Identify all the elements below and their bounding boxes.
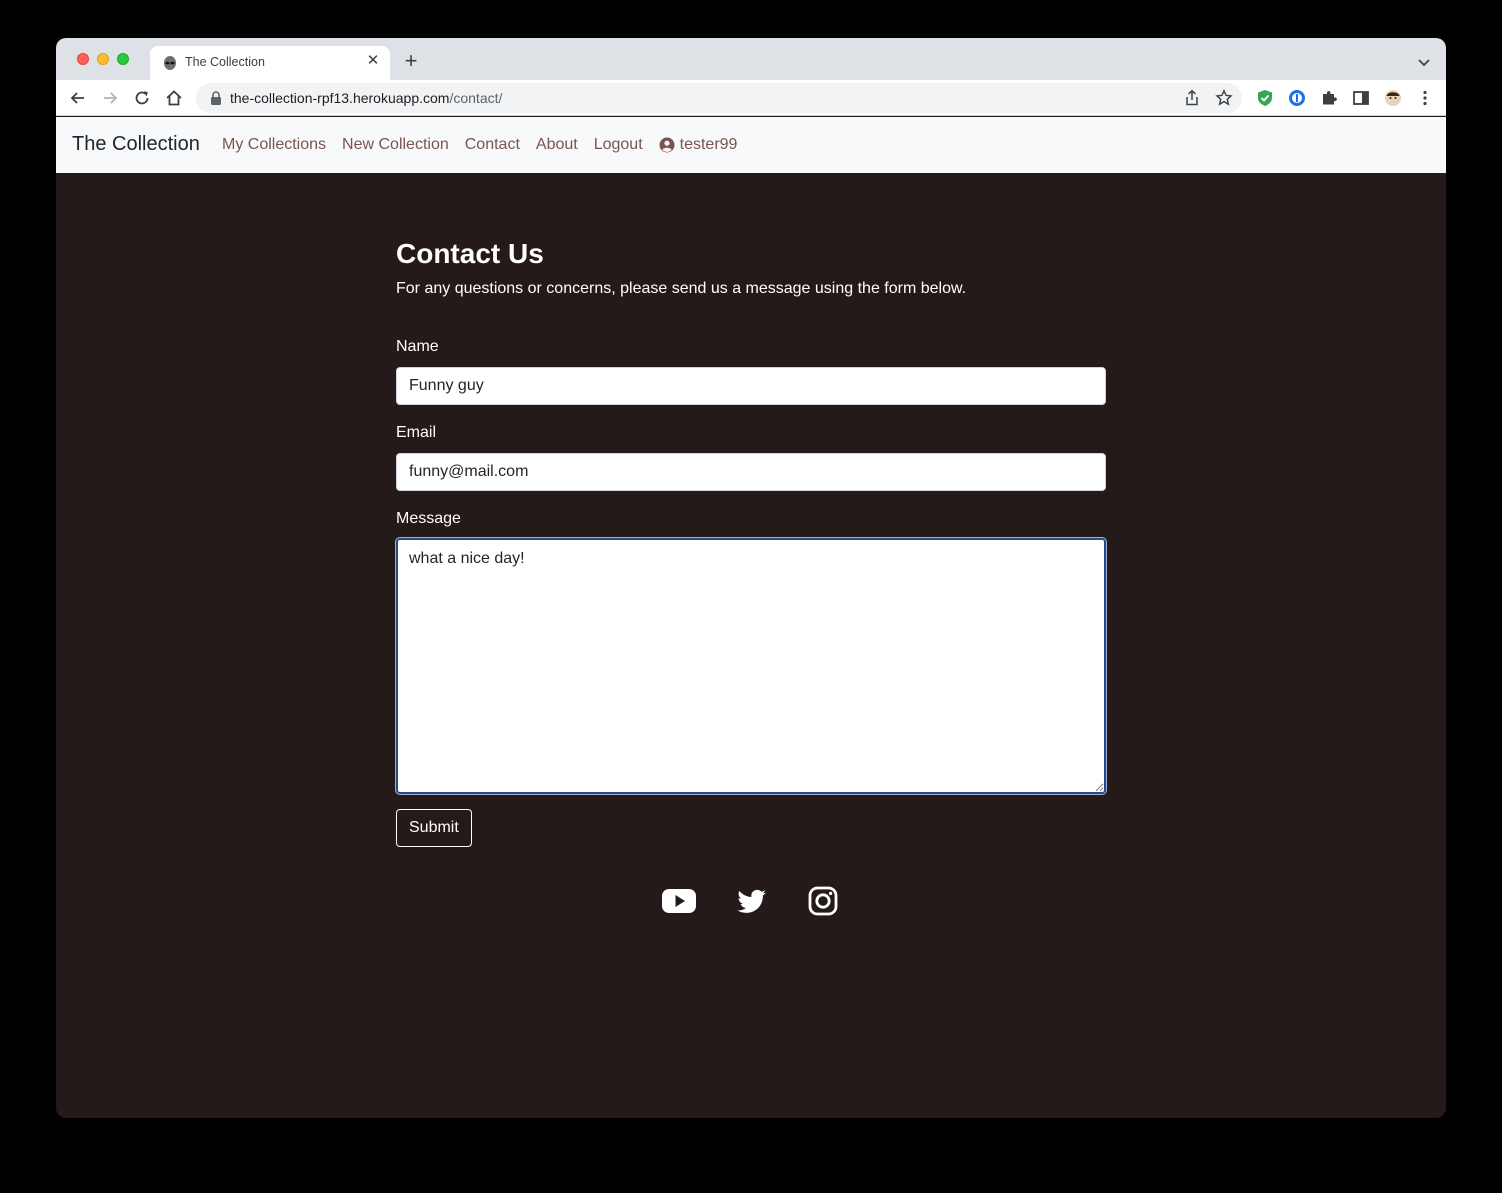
- minimize-window-button[interactable]: [97, 53, 109, 65]
- profile-avatar-icon[interactable]: [1383, 88, 1403, 108]
- tab-title: The Collection: [185, 55, 265, 69]
- tab-strip: The Collection ✕ +: [56, 38, 1446, 80]
- lock-icon: [211, 91, 221, 105]
- shield-icon[interactable]: [1255, 88, 1275, 108]
- nav-user[interactable]: tester99: [651, 136, 746, 154]
- alien-icon: [164, 56, 176, 70]
- nav-my-collections[interactable]: My Collections: [214, 136, 334, 154]
- instagram-icon[interactable]: [805, 883, 841, 919]
- url-path: /contact/: [449, 90, 503, 106]
- nav-about[interactable]: About: [528, 136, 586, 154]
- nav-contact[interactable]: Contact: [457, 136, 528, 154]
- puzzle-icon[interactable]: [1319, 88, 1339, 108]
- browser-window: The Collection ✕ + the-collection-rpf13.…: [56, 38, 1446, 1118]
- name-field[interactable]: [396, 367, 1106, 405]
- social-links: [396, 883, 1106, 919]
- email-label: Email: [396, 424, 437, 441]
- share-icon[interactable]: [1183, 89, 1201, 107]
- address-bar[interactable]: the-collection-rpf13.herokuapp.com/conta…: [196, 83, 1242, 113]
- user-circle-icon: [659, 137, 675, 153]
- maximize-window-button[interactable]: [117, 53, 129, 65]
- nav-links: My Collections New Collection Contact Ab…: [214, 136, 745, 154]
- chevron-down-icon[interactable]: [1414, 52, 1434, 72]
- browser-toolbar: the-collection-rpf13.herokuapp.com/conta…: [56, 80, 1446, 116]
- message-label: Message: [396, 510, 461, 527]
- browser-tab[interactable]: The Collection ✕: [150, 46, 390, 80]
- intro-text: For any questions or concerns, please se…: [396, 280, 967, 297]
- new-tab-icon[interactable]: +: [400, 50, 422, 72]
- url-text[interactable]: the-collection-rpf13.herokuapp.com/conta…: [230, 90, 502, 106]
- tab-close-icon[interactable]: ✕: [364, 52, 382, 70]
- name-label: Name: [396, 338, 439, 355]
- youtube-icon[interactable]: [661, 883, 697, 919]
- password-manager-icon[interactable]: [1287, 88, 1307, 108]
- close-window-button[interactable]: [77, 53, 89, 65]
- home-icon[interactable]: [164, 88, 184, 108]
- url-host: the-collection-rpf13.herokuapp.com: [230, 90, 450, 106]
- forward-arrow-icon[interactable]: [100, 88, 120, 108]
- username: tester99: [679, 136, 738, 153]
- email-field[interactable]: [396, 453, 1106, 491]
- back-arrow-icon[interactable]: [68, 88, 88, 108]
- brand-link[interactable]: The Collection: [72, 133, 200, 156]
- star-icon[interactable]: [1215, 89, 1233, 107]
- nav-new-collection[interactable]: New Collection: [334, 136, 457, 154]
- page-title: Contact Us: [396, 238, 544, 269]
- side-panel-icon[interactable]: [1351, 88, 1371, 108]
- nav-logout[interactable]: Logout: [586, 136, 651, 154]
- contact-section: Contact Us For any questions or concerns…: [396, 238, 1106, 916]
- submit-button[interactable]: Submit: [396, 809, 472, 847]
- reload-icon[interactable]: [132, 88, 152, 108]
- twitter-icon[interactable]: [733, 883, 769, 919]
- kebab-menu-icon[interactable]: [1415, 88, 1435, 108]
- site-navbar: The Collection My Collections New Collec…: [56, 117, 1446, 173]
- message-field[interactable]: what a nice day!: [396, 538, 1106, 794]
